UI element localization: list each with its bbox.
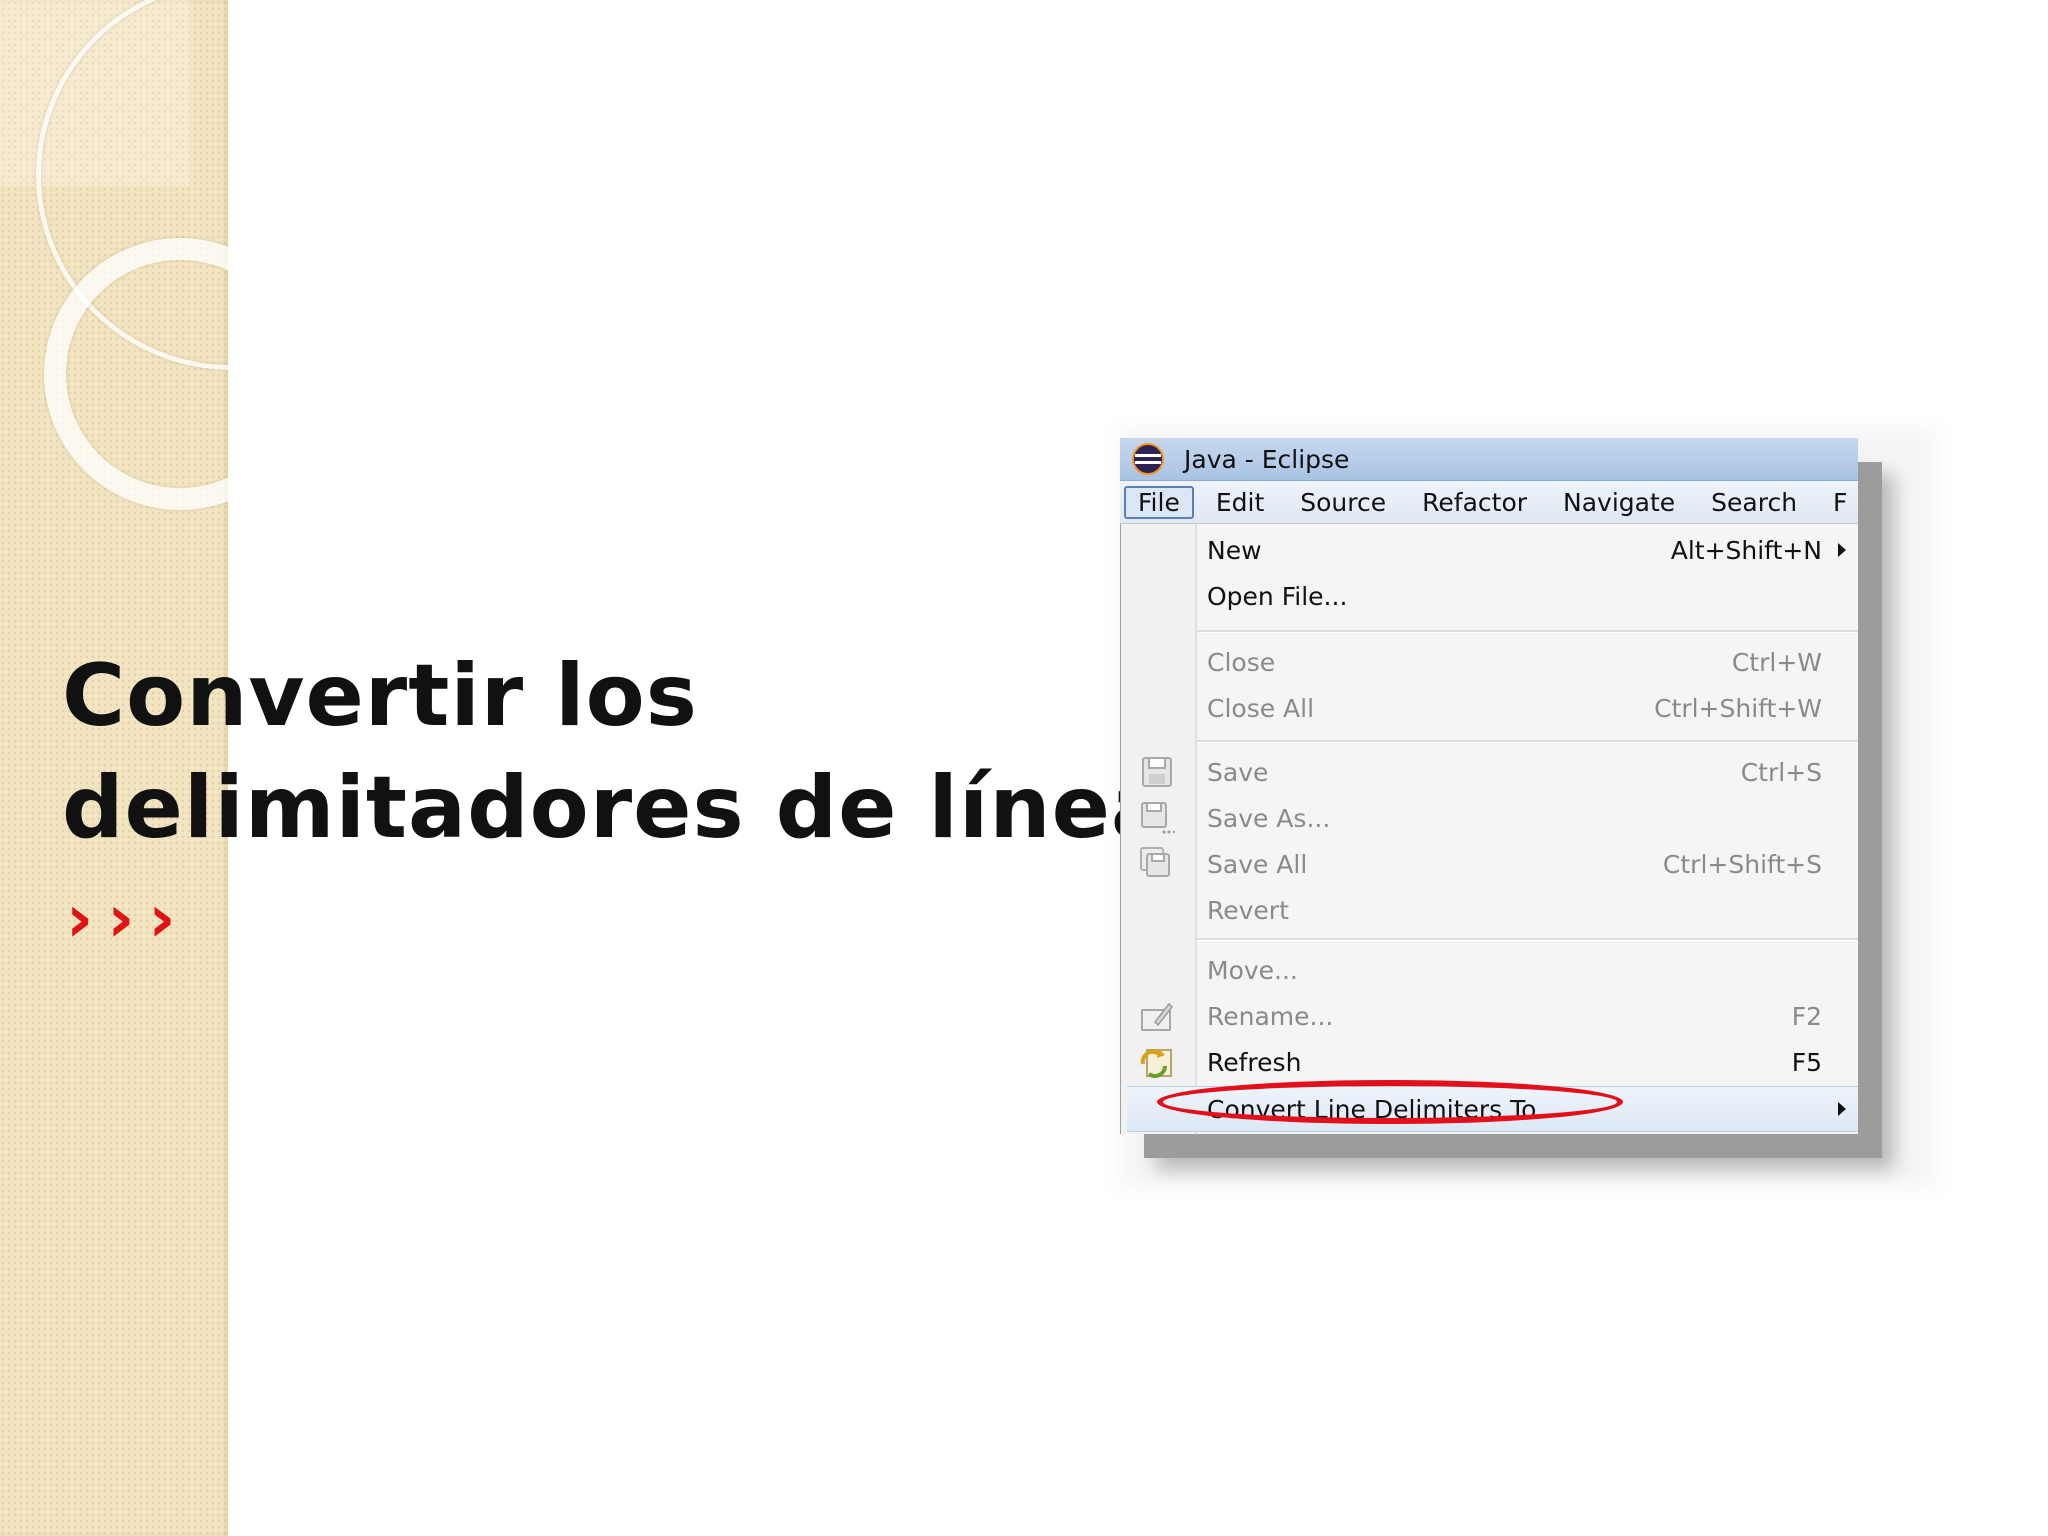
menu-item-label: Save All: [1207, 849, 1308, 879]
menu-search[interactable]: Search: [1697, 486, 1811, 519]
menu-item-close-all[interactable]: Close All Ctrl+Shift+W: [1121, 686, 1858, 730]
menu-item-shortcut: F2: [1791, 1001, 1822, 1031]
menu-item-save-as[interactable]: Save As...: [1121, 796, 1858, 840]
slide-title-line-1: Convertir los: [62, 646, 698, 746]
save-as-icon: [1141, 802, 1175, 834]
menu-item-label: Revert: [1207, 895, 1289, 925]
file-menu-dropdown: New Alt+Shift+N Open File... Close Ctrl+…: [1120, 524, 1858, 1134]
slide: Convertir los delimitadores de línea ›››…: [0, 0, 2048, 1536]
eclipse-logo-icon: [1132, 443, 1164, 475]
menu-source[interactable]: Source: [1286, 486, 1400, 519]
window-titlebar: Java - Eclipse: [1120, 438, 1858, 481]
menu-item-shortcut: Ctrl+Shift+W: [1654, 693, 1822, 723]
menu-item-label: Refresh: [1207, 1047, 1302, 1077]
window-title: Java - Eclipse: [1184, 444, 1350, 474]
menu-separator: [1197, 630, 1858, 633]
slide-title: Convertir los delimitadores de línea: [62, 640, 1170, 864]
slide-title-line-2: delimitadores de línea: [62, 758, 1170, 858]
save-icon: [1142, 757, 1172, 787]
menu-item-shortcut: Alt+Shift+N: [1670, 535, 1822, 565]
menu-item-revert[interactable]: Revert: [1121, 888, 1858, 932]
menu-item-label: New: [1207, 535, 1262, 565]
next-arrows[interactable]: ›››: [66, 880, 190, 957]
menu-item-shortcut: Ctrl+S: [1740, 757, 1822, 787]
menu-item-shortcut: Ctrl+Shift+S: [1662, 849, 1822, 879]
menu-separator: [1197, 938, 1858, 941]
eclipse-window: Java - Eclipse File Edit Source Refactor…: [1120, 438, 1858, 1134]
menu-bar: File Edit Source Refactor Navigate Searc…: [1120, 481, 1858, 524]
menu-item-label: Save As...: [1207, 803, 1331, 833]
red-highlight-ellipse: [1157, 1080, 1623, 1124]
menu-item-new[interactable]: New Alt+Shift+N: [1121, 528, 1858, 572]
menu-edit[interactable]: Edit: [1202, 486, 1278, 519]
menu-item-save[interactable]: Save Ctrl+S: [1121, 750, 1858, 794]
save-all-icon: [1140, 847, 1170, 877]
refresh-icon: [1140, 1049, 1172, 1078]
menu-item-label: Open File...: [1207, 581, 1348, 611]
menu-item-save-all[interactable]: Save All Ctrl+Shift+S: [1121, 842, 1858, 886]
rename-icon: [1141, 1002, 1173, 1031]
submenu-arrow-icon: [1838, 543, 1846, 557]
menu-item-label: Close All: [1207, 693, 1315, 723]
submenu-arrow-icon: [1838, 1102, 1846, 1116]
menu-separator: [1197, 740, 1858, 743]
menu-project-truncated[interactable]: F: [1819, 486, 1858, 519]
menu-item-label: Rename...: [1207, 1001, 1334, 1031]
menu-item-label: Close: [1207, 647, 1276, 677]
menu-item-rename[interactable]: Rename... F2: [1121, 994, 1858, 1038]
menu-file[interactable]: File: [1124, 485, 1194, 519]
menu-item-shortcut: Ctrl+W: [1731, 647, 1822, 677]
menu-item-refresh[interactable]: Refresh F5: [1121, 1040, 1858, 1084]
menu-item-open-file[interactable]: Open File...: [1121, 574, 1858, 618]
menu-refactor[interactable]: Refactor: [1408, 486, 1541, 519]
menu-item-label: Save: [1207, 757, 1269, 787]
menu-item-shortcut: F5: [1791, 1047, 1822, 1077]
menu-item-close[interactable]: Close Ctrl+W: [1121, 640, 1858, 684]
menu-navigate[interactable]: Navigate: [1549, 486, 1689, 519]
menu-item-move[interactable]: Move...: [1121, 948, 1858, 992]
menu-item-label: Move...: [1207, 955, 1298, 985]
